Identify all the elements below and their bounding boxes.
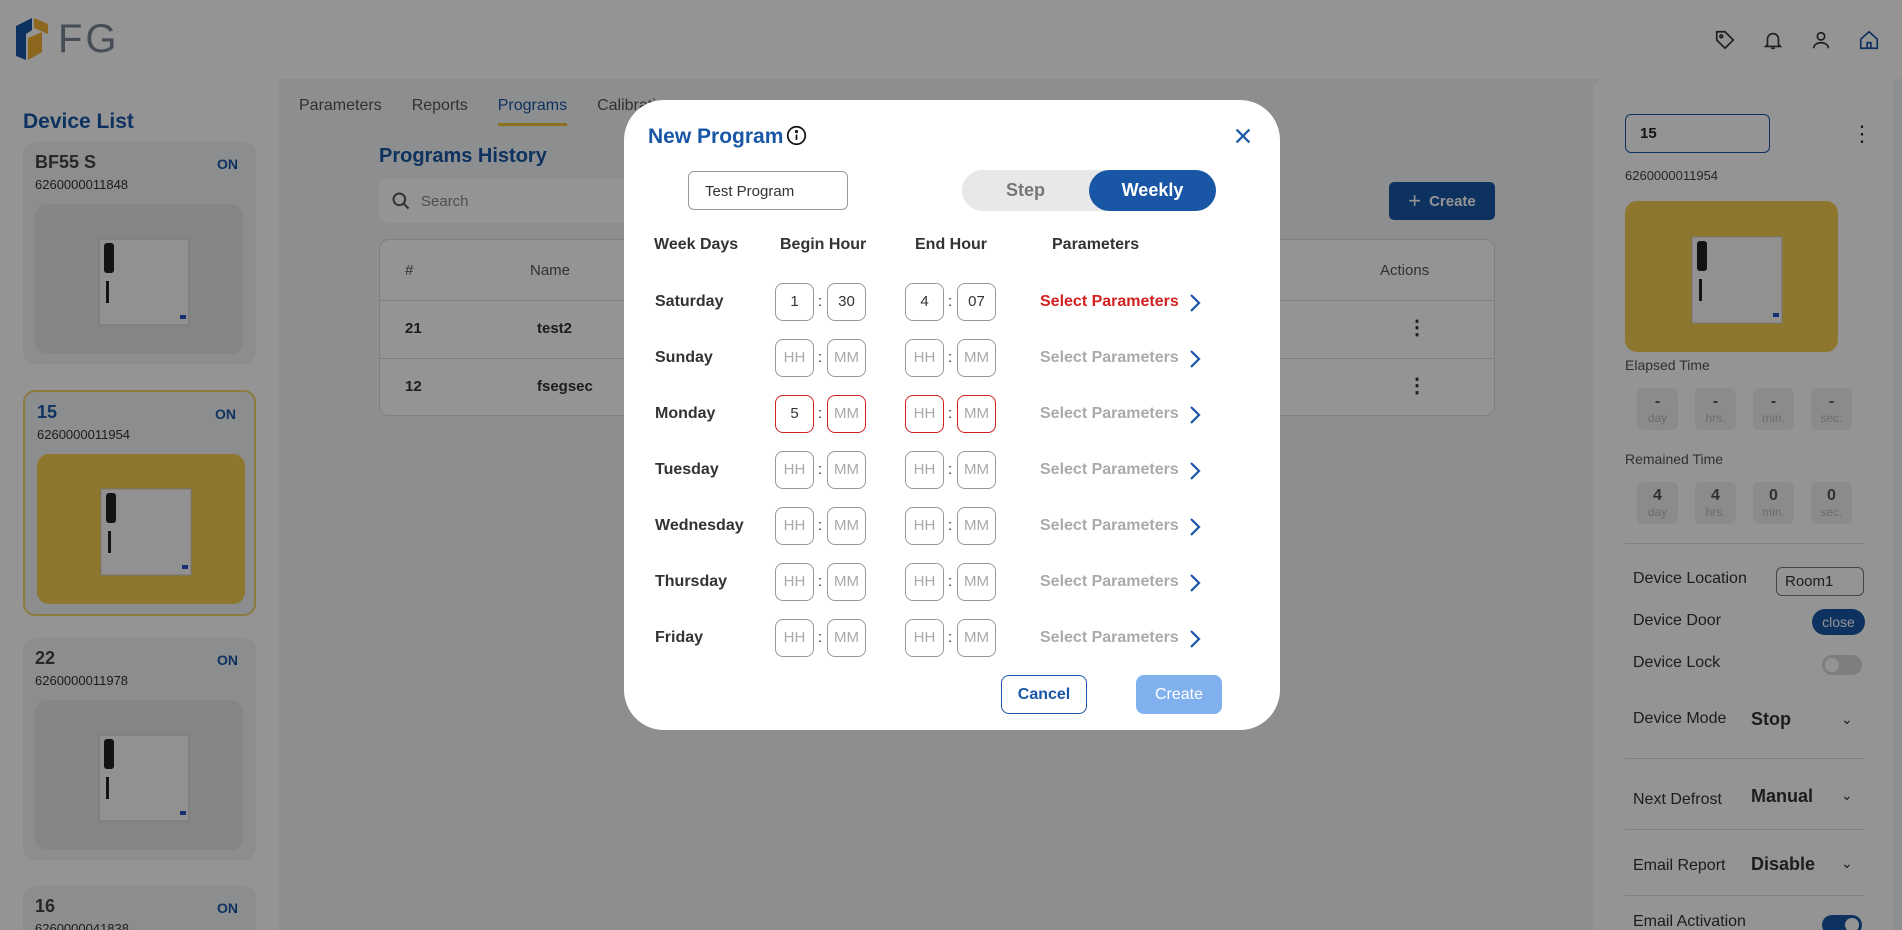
begin-time-separator: : — [818, 349, 823, 366]
begin-minute-input[interactable]: MM — [827, 451, 866, 489]
select-parameters-link[interactable]: Select Parameters — [1040, 405, 1179, 423]
program-name-input[interactable]: Test Program — [688, 171, 848, 210]
end-minute-input[interactable]: MM — [957, 395, 996, 433]
end-time-separator: : — [948, 349, 953, 366]
begin-hour-input[interactable]: 1 — [775, 283, 814, 321]
end-minute-input[interactable]: MM — [957, 563, 996, 601]
close-icon[interactable] — [1232, 125, 1254, 147]
begin-minute-input[interactable]: MM — [827, 563, 866, 601]
dialog-title: New Program — [648, 125, 784, 148]
end-hour-input[interactable]: HH — [905, 395, 944, 433]
weekly-option[interactable]: Weekly — [1089, 170, 1216, 211]
chevron-right-icon[interactable] — [1188, 461, 1202, 481]
week-day-label: Tuesday — [655, 461, 719, 478]
end-hour-input[interactable]: HH — [905, 619, 944, 657]
end-minute-input[interactable]: MM — [957, 339, 996, 377]
select-parameters-link[interactable]: Select Parameters — [1040, 517, 1179, 535]
begin-time-separator: : — [818, 629, 823, 646]
begin-time-separator: : — [818, 293, 823, 310]
chevron-right-icon[interactable] — [1188, 517, 1202, 537]
begin-time-separator: : — [818, 461, 823, 478]
begin-minute-input[interactable]: MM — [827, 619, 866, 657]
begin-hour-input[interactable]: 5 — [775, 395, 814, 433]
select-parameters-link[interactable]: Select Parameters — [1040, 293, 1179, 311]
begin-hour-input[interactable]: HH — [775, 563, 814, 601]
new-program-dialog: New Program Test Program Step Weekly Wee… — [624, 100, 1280, 730]
select-parameters-link[interactable]: Select Parameters — [1040, 573, 1179, 591]
chevron-right-icon[interactable] — [1188, 405, 1202, 425]
week-day-label: Saturday — [655, 293, 724, 310]
chevron-right-icon[interactable] — [1188, 629, 1202, 649]
begin-hour-header: Begin Hour — [780, 236, 867, 253]
chevron-right-icon[interactable] — [1188, 573, 1202, 593]
end-minute-input[interactable]: MM — [957, 619, 996, 657]
end-time-separator: : — [948, 293, 953, 310]
begin-minute-input[interactable]: MM — [827, 339, 866, 377]
program-type-toggle: Step Weekly — [962, 170, 1216, 211]
begin-hour-input[interactable]: HH — [775, 451, 814, 489]
step-option[interactable]: Step — [962, 170, 1089, 211]
end-time-separator: : — [948, 405, 953, 422]
create-button[interactable]: Create — [1136, 675, 1222, 714]
select-parameters-link[interactable]: Select Parameters — [1040, 629, 1179, 647]
week-day-label: Wednesday — [655, 517, 744, 534]
end-hour-header: End Hour — [915, 236, 987, 253]
begin-time-separator: : — [818, 405, 823, 422]
end-hour-input[interactable]: HH — [905, 339, 944, 377]
select-parameters-link[interactable]: Select Parameters — [1040, 461, 1179, 479]
week-day-label: Friday — [655, 629, 704, 646]
week-day-label: Thursday — [655, 573, 728, 590]
end-hour-input[interactable]: HH — [905, 507, 944, 545]
begin-time-separator: : — [818, 573, 823, 590]
begin-hour-input[interactable]: HH — [775, 339, 814, 377]
end-time-separator: : — [948, 629, 953, 646]
end-hour-input[interactable]: HH — [905, 451, 944, 489]
end-time-separator: : — [948, 517, 953, 534]
end-minute-input[interactable]: MM — [957, 451, 996, 489]
select-parameters-link[interactable]: Select Parameters — [1040, 349, 1179, 367]
chevron-right-icon[interactable] — [1188, 293, 1202, 313]
cancel-button[interactable]: Cancel — [1001, 675, 1087, 714]
end-minute-input[interactable]: MM — [957, 507, 996, 545]
week-day-label: Monday — [655, 405, 716, 422]
end-minute-input[interactable]: 07 — [957, 283, 996, 321]
begin-minute-input[interactable]: MM — [827, 507, 866, 545]
end-time-separator: : — [948, 461, 953, 478]
begin-minute-input[interactable]: 30 — [827, 283, 866, 321]
begin-minute-input[interactable]: MM — [827, 395, 866, 433]
end-time-separator: : — [948, 573, 953, 590]
end-hour-input[interactable]: HH — [905, 563, 944, 601]
begin-hour-input[interactable]: HH — [775, 507, 814, 545]
chevron-right-icon[interactable] — [1188, 349, 1202, 369]
begin-time-separator: : — [818, 517, 823, 534]
begin-hour-input[interactable]: HH — [775, 619, 814, 657]
week-days-header: Week Days — [654, 236, 739, 253]
parameters-header: Parameters — [1052, 236, 1140, 253]
week-day-label: Sunday — [655, 349, 713, 366]
end-hour-input[interactable]: 4 — [905, 283, 944, 321]
info-icon[interactable] — [786, 125, 807, 146]
